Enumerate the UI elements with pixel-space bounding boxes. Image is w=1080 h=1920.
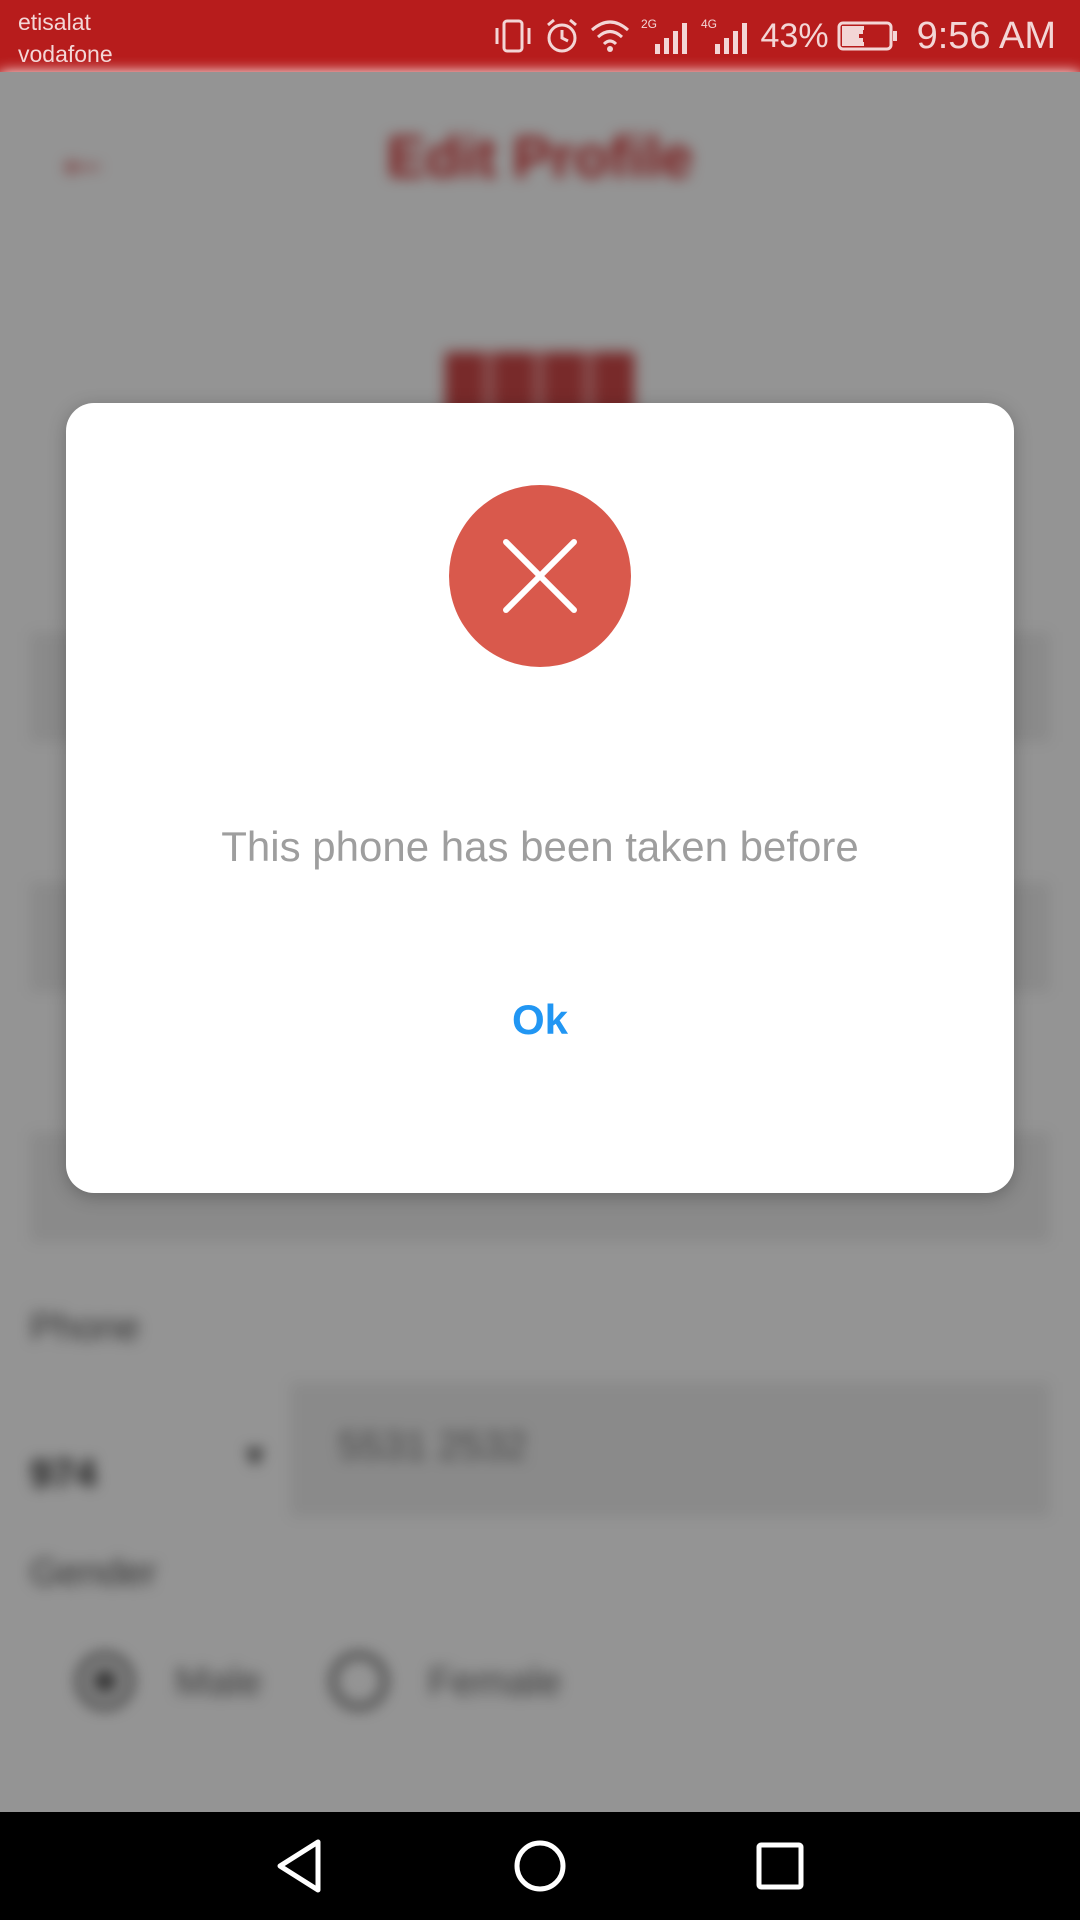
signal-icon: 2G: [641, 17, 687, 54]
ok-button[interactable]: Ok: [440, 975, 640, 1065]
carrier-1: etisalat: [18, 9, 91, 35]
back-icon[interactable]: [270, 1836, 330, 1896]
battery-charging-icon: [837, 21, 897, 51]
home-icon[interactable]: [510, 1836, 570, 1896]
dialog-message: This phone has been taken before: [221, 823, 859, 870]
vibrate-icon: [495, 19, 531, 53]
status-icons: 2G 4G 43% 9:56 AM: [491, 0, 1056, 72]
svg-text:2G: 2G: [641, 17, 657, 31]
alarm-icon: [546, 18, 577, 53]
recents-icon[interactable]: [750, 1836, 810, 1896]
clock: 9:56 AM: [916, 14, 1056, 57]
svg-text:4G: 4G: [701, 17, 717, 31]
error-x-icon: [449, 485, 631, 667]
error-dialog: This phone has been taken before Ok: [66, 403, 1014, 1193]
status-bar: etisalat vodafone 2G 4G 43% 9:56 AM: [0, 0, 1080, 72]
carrier-names: etisalat vodafone: [18, 6, 113, 70]
navigation-bar: [0, 1812, 1080, 1920]
carrier-2: vodafone: [18, 41, 113, 67]
signal-icon: 4G: [701, 17, 747, 54]
battery-percent: 43%: [760, 16, 829, 55]
wifi-icon: [590, 20, 629, 52]
